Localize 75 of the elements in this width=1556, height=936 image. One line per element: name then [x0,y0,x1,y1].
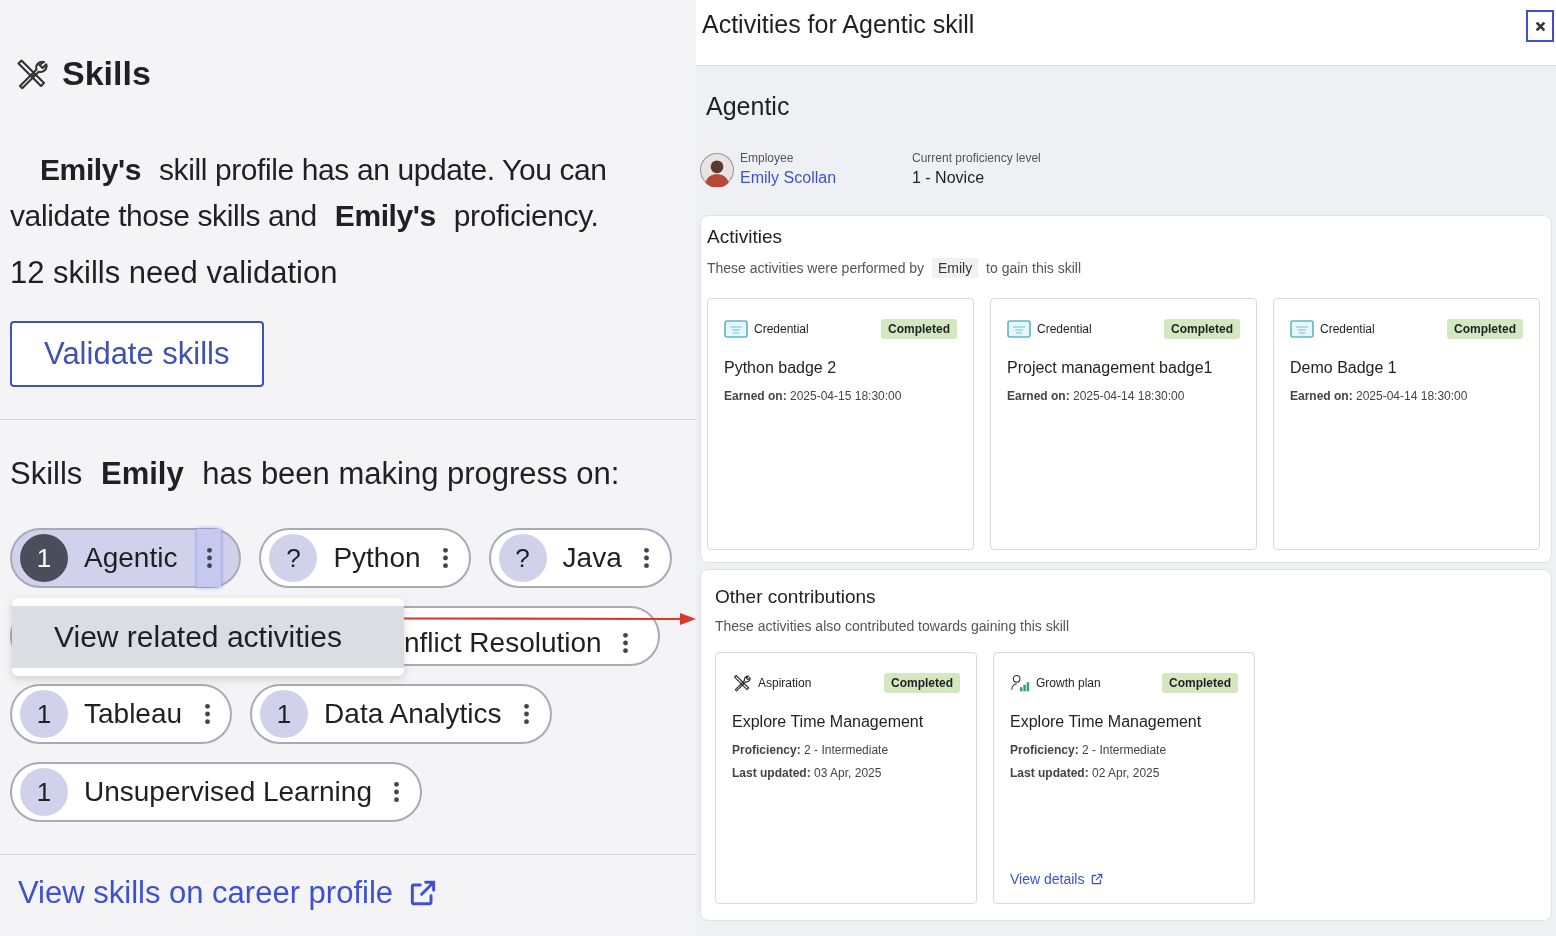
more-options-icon[interactable] [641,547,652,569]
skill-name: Python [333,542,421,574]
certificate-icon [724,320,748,338]
section-subtitle: These activities also contributed towards gaining this skill [715,618,1071,634]
proficiency-badge: ? [269,534,318,582]
section-title: Activities [707,226,783,248]
skill-heading: Agentic [706,92,791,121]
field-label: Employee [740,151,795,165]
field-label: Current proficiency level [912,151,1042,165]
skill-name: Agentic [84,542,178,574]
status-badge: Completed [1164,319,1240,339]
activity-name: Demo Badge 1 [1290,359,1398,377]
status-badge: Completed [1162,673,1238,693]
status-badge: Completed [1447,319,1523,339]
activity-type: Credential [754,322,810,336]
proficiency-badge: 1 [260,690,309,738]
skill-chip[interactable]: 1 Unsupervised Learning [10,762,422,822]
more-options-icon[interactable] [440,547,451,569]
section-title: Other contributions [715,586,877,608]
proficiency-badge: 1 [20,534,68,582]
detail-text: Last updated: 02 Apr, 2025 [1010,766,1161,780]
more-options-icon[interactable] [197,529,222,587]
employee-link[interactable]: Emily Scollan [740,169,912,187]
close-button[interactable] [1526,10,1554,42]
activity-type: Credential [1320,322,1376,336]
skill-name: Tableau [84,698,183,730]
detail-text: Last updated: 03 Apr, 2025 [732,766,883,780]
validate-skills-button[interactable]: Validate skills [10,321,264,387]
more-options-icon[interactable] [202,703,213,725]
activity-name: Explore Time Management [732,713,925,731]
more-options-icon[interactable] [391,781,402,803]
status-badge: Completed [881,319,957,339]
skill-name: Java [562,542,622,574]
proficiency-badge: 1 [20,690,68,738]
detail-text: Earned on: 2025-04-15 18:30:00 [724,389,903,403]
detail-text: Earned on: 2025-04-14 18:30:00 [1290,389,1469,403]
proficiency-value: 1 - Novice [912,169,986,187]
activity-name: Explore Time Management [1010,713,1203,731]
section-subtitle: These activities were performed by Emily to gain this skill [707,260,1083,276]
more-options-icon[interactable] [621,632,629,654]
career-profile-link[interactable]: View skills on career profile [18,875,440,911]
more-options-icon[interactable] [521,703,532,725]
activity-name: Python badge 2 [724,359,838,377]
activity-type: Credential [1037,322,1093,336]
certificate-icon [1007,320,1031,338]
page-title: Skills [62,54,151,93]
menu-item[interactable]: View related activities [12,606,404,668]
status-badge: Completed [884,673,960,693]
proficiency-badge: ? [498,534,547,582]
validation-count: 12 skills need validation [10,255,339,291]
external-link-icon [1090,872,1105,886]
close-icon [1534,20,1546,32]
proficiency-badge: 1 [20,768,68,816]
skill-name: Data Analytics [324,698,502,730]
detail-text: Proficiency: 2 - Intermediate [1010,743,1168,757]
activity-type: Growth plan [1036,676,1102,690]
detail-text: Proficiency: 2 - Intermediate [732,743,890,757]
skill-chip[interactable]: 1 Data Analytics [250,684,552,744]
detail-text: Earned on: 2025-04-14 18:30:00 [1007,389,1186,403]
activity-type: Aspiration [758,676,813,690]
avatar [700,153,734,187]
tools-icon [732,673,752,693]
update-message: Emily's skill profile has an update. You can validate those skills and Emily's proficiency. [10,152,608,234]
skill-chip[interactable]: ? Java [488,528,672,588]
activity-name: Project management badge1 [1007,359,1214,377]
view-details-link[interactable]: View details [1010,871,1238,887]
skill-chip[interactable]: 1 Tableau [10,684,233,744]
skill-name: Unsupervised Learning [84,776,372,808]
certificate-icon [1290,320,1314,338]
progress-heading: Skills Emily has been making progress on: [10,456,621,492]
skill-chip[interactable]: ? Python [259,528,471,588]
skill-name: nflict Resolution [404,627,602,659]
skill-chip[interactable]: 1 Agentic [10,528,242,588]
person-chart-icon [1010,673,1030,693]
panel-title: Activities for Agentic skill [702,10,975,39]
